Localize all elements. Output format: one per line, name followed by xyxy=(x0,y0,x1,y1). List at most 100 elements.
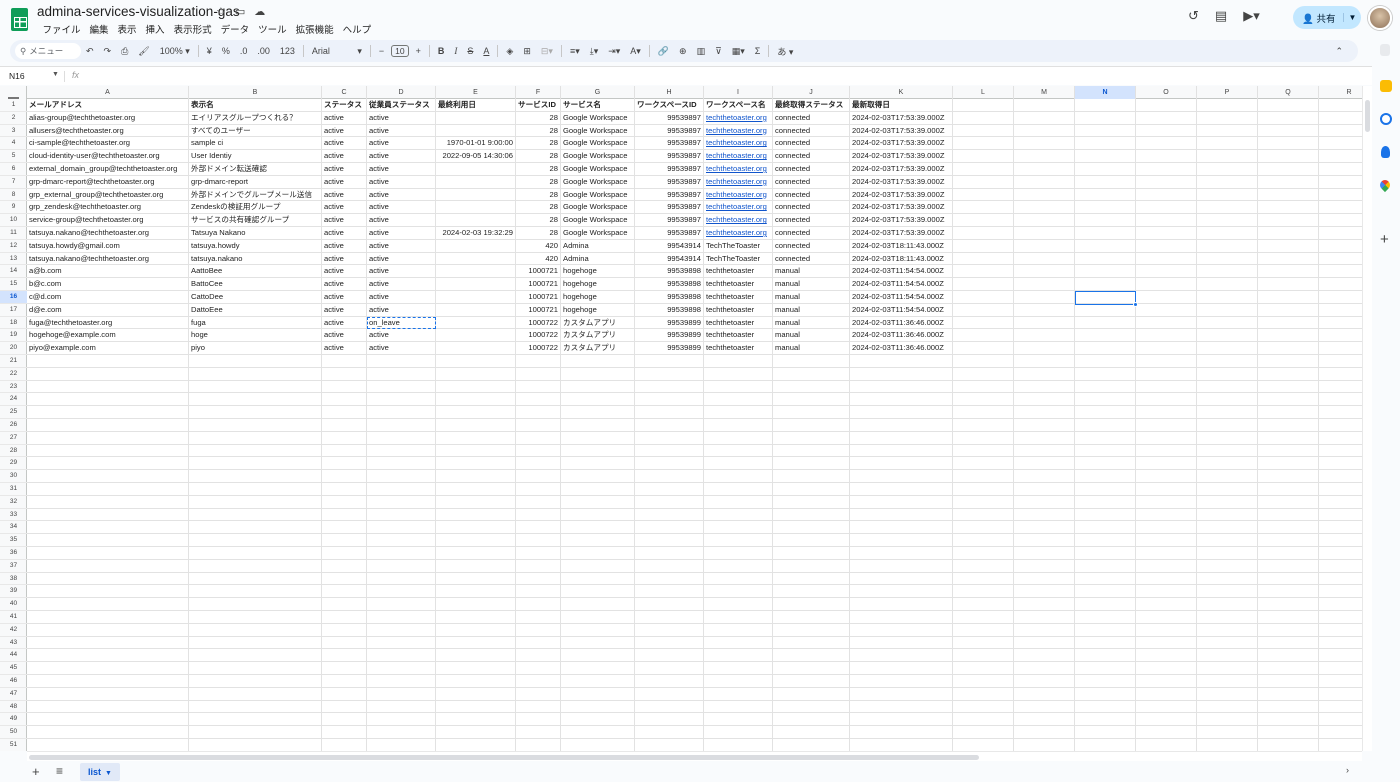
row-header[interactable]: 51 xyxy=(0,739,27,751)
grid-cell[interactable] xyxy=(367,508,436,522)
row-header[interactable]: 15 xyxy=(0,278,27,291)
grid-cell[interactable]: a@b.com xyxy=(27,265,189,279)
grid-cell[interactable] xyxy=(1136,483,1197,496)
column-header[interactable]: M xyxy=(1014,86,1075,99)
row-header[interactable]: 16 xyxy=(0,291,27,304)
grid-cell[interactable] xyxy=(635,636,704,650)
grid-cell[interactable] xyxy=(189,380,322,394)
grid-cell[interactable] xyxy=(367,457,436,471)
grid-cell[interactable] xyxy=(367,700,436,714)
grid-cell[interactable] xyxy=(189,547,322,560)
grid-cell[interactable]: hogehoge xyxy=(561,291,635,304)
grid-cell[interactable] xyxy=(561,521,635,535)
grid-cell[interactable] xyxy=(436,495,516,509)
grid-cell[interactable]: AattoBee xyxy=(189,265,322,279)
grid-cell[interactable] xyxy=(1197,316,1258,330)
column-header[interactable]: Q xyxy=(1258,86,1319,99)
grid-cell[interactable] xyxy=(1014,431,1075,445)
grid-cell[interactable] xyxy=(27,585,189,599)
grid-cell[interactable]: 420 xyxy=(516,252,561,266)
grid-cell[interactable] xyxy=(1075,214,1136,227)
grid-cell[interactable]: active xyxy=(322,175,367,189)
grid-cell[interactable] xyxy=(1258,623,1319,637)
grid-cell[interactable] xyxy=(27,547,189,560)
grid-cell[interactable] xyxy=(1136,201,1197,215)
grid-cell[interactable]: active xyxy=(322,329,367,343)
grid-cell[interactable] xyxy=(322,585,367,599)
grid-cell[interactable] xyxy=(322,547,367,560)
grid-cell[interactable] xyxy=(953,355,1014,368)
grid-cell[interactable] xyxy=(516,521,561,535)
grid-cell[interactable] xyxy=(1258,380,1319,394)
grid-cell[interactable] xyxy=(850,636,953,650)
grid-cell[interactable] xyxy=(367,662,436,675)
grid-cell[interactable] xyxy=(1136,124,1197,138)
grid-cell[interactable] xyxy=(1014,572,1075,586)
grid-cell[interactable] xyxy=(322,700,367,714)
grid-cell[interactable] xyxy=(436,278,516,291)
grid-cell[interactable] xyxy=(953,239,1014,253)
grid-cell[interactable] xyxy=(189,521,322,535)
grid-cell[interactable] xyxy=(516,572,561,586)
grid-cell[interactable] xyxy=(1014,483,1075,496)
grid-cell[interactable] xyxy=(704,495,773,509)
grid-cell[interactable]: techthetoaster.org xyxy=(704,201,773,215)
grid-cell[interactable]: active xyxy=(367,291,436,304)
more-formats-button[interactable]: 123 xyxy=(275,46,300,56)
grid-cell[interactable]: tatsuya.howdy xyxy=(189,239,322,253)
grid-cell[interactable] xyxy=(1319,176,1362,189)
grid-cell[interactable] xyxy=(436,444,516,458)
grid-cell[interactable] xyxy=(1197,495,1258,509)
row-header[interactable]: 13 xyxy=(0,253,27,266)
grid-cell[interactable] xyxy=(367,367,436,381)
grid-cell[interactable] xyxy=(516,675,561,688)
grid-cell[interactable] xyxy=(322,534,367,547)
grid-cell[interactable] xyxy=(1197,636,1258,650)
grid-cell[interactable] xyxy=(1319,291,1362,304)
row-header[interactable]: 28 xyxy=(0,445,27,458)
grid-cell[interactable]: connected xyxy=(773,201,850,215)
grid-cell[interactable] xyxy=(1014,508,1075,522)
grid-cell[interactable]: 28 xyxy=(516,111,561,125)
grid-cell[interactable]: connected xyxy=(773,188,850,202)
grid-cell[interactable] xyxy=(1258,265,1319,279)
column-header[interactable]: D xyxy=(367,86,436,99)
grid-cell[interactable] xyxy=(1136,598,1197,611)
grid-cell[interactable] xyxy=(953,265,1014,279)
grid-cell[interactable] xyxy=(1258,585,1319,599)
grid-cell[interactable]: tatsuya.howdy@gmail.com xyxy=(27,239,189,253)
grid-cell[interactable] xyxy=(322,444,367,458)
grid-cell[interactable] xyxy=(1197,431,1258,445)
grid-cell[interactable] xyxy=(635,521,704,535)
grid-cell[interactable]: Google Workspace xyxy=(561,124,635,138)
grid-cell[interactable] xyxy=(1014,99,1075,112)
grid-cell[interactable]: active xyxy=(367,342,436,355)
grid-cell[interactable]: active xyxy=(322,124,367,138)
grid-cell[interactable] xyxy=(1258,470,1319,483)
grid-cell[interactable] xyxy=(850,483,953,496)
grid-cell[interactable] xyxy=(1075,700,1136,714)
grid-cell[interactable]: 2024-02-03T17:53:39.000Z xyxy=(850,227,953,240)
grid-cell[interactable] xyxy=(1319,662,1362,675)
grid-cell[interactable] xyxy=(1136,636,1197,650)
grid-cell[interactable] xyxy=(953,111,1014,125)
grid-cell[interactable]: connected xyxy=(773,150,850,163)
grid-cell[interactable] xyxy=(322,572,367,586)
grid-cell[interactable] xyxy=(704,572,773,586)
grid-cell[interactable] xyxy=(189,713,322,727)
grid-cell[interactable] xyxy=(773,623,850,637)
grid-cell[interactable] xyxy=(953,124,1014,138)
grid-cell[interactable] xyxy=(322,662,367,675)
grid-cell[interactable] xyxy=(561,611,635,624)
grid-cell[interactable] xyxy=(773,521,850,535)
grid-cell[interactable] xyxy=(436,687,516,701)
grid-cell[interactable]: techthetoaster.org xyxy=(704,124,773,138)
grid-cell[interactable] xyxy=(635,700,704,714)
grid-cell[interactable] xyxy=(704,534,773,547)
doc-title[interactable]: admina-services-visualization-gas xyxy=(37,4,240,19)
grid-cell[interactable] xyxy=(561,367,635,381)
grid-cell[interactable] xyxy=(322,380,367,394)
bold-button[interactable]: B xyxy=(433,46,450,56)
text-color-button[interactable]: A xyxy=(478,46,494,56)
grid-cell[interactable] xyxy=(189,419,322,432)
